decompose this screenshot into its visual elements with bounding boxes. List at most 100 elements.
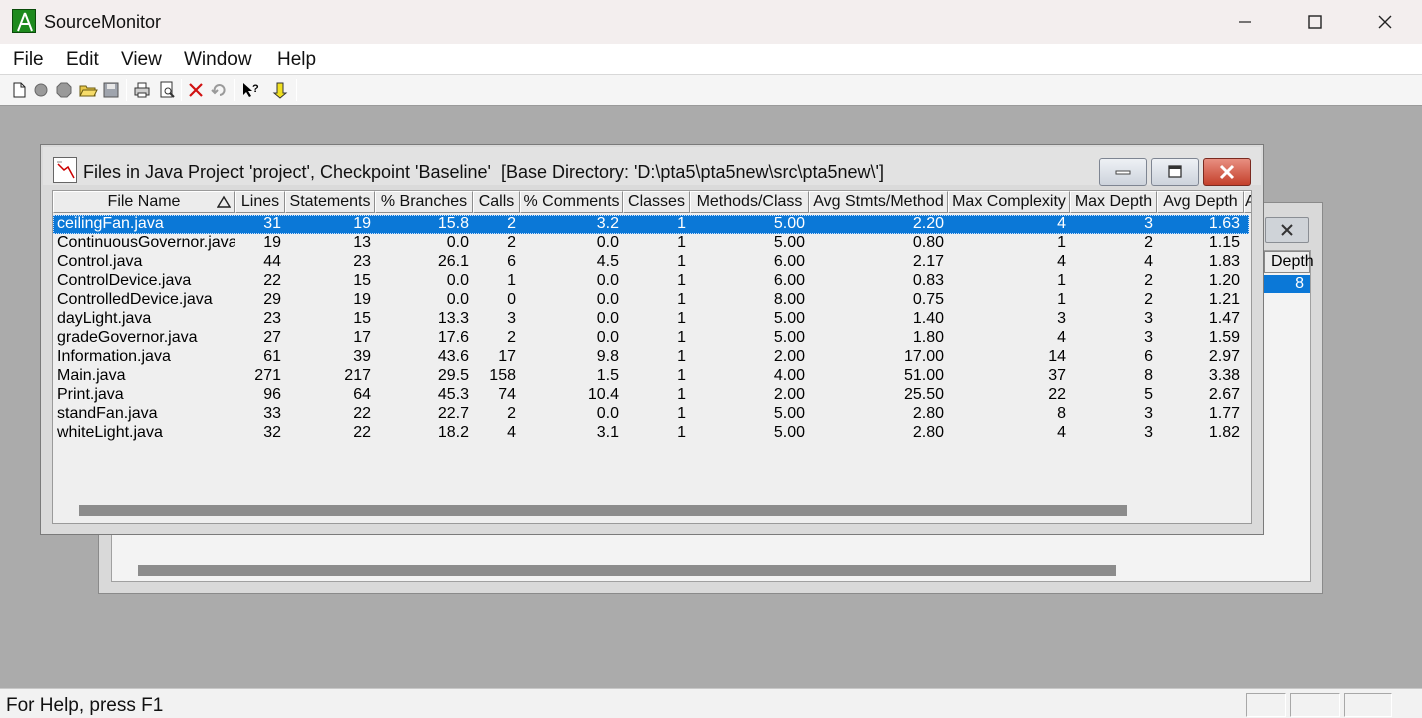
- table-cell: 18.2: [437, 424, 469, 441]
- file-name-cell: ContinuousGovernor.java: [57, 234, 235, 251]
- menu-view[interactable]: View: [121, 49, 162, 71]
- status-pane: [1290, 693, 1340, 717]
- table-row[interactable]: whiteLight.java 32 22 18.2 4 3.1 1 5.00 2.80 4 3 1.…: [53, 424, 1249, 443]
- save-icon[interactable]: [101, 80, 121, 100]
- table-cell: 1.59: [1208, 329, 1240, 346]
- file-name-cell: Control.java: [57, 253, 143, 270]
- minimize-button[interactable]: [1222, 6, 1268, 38]
- menu-window[interactable]: Window: [184, 49, 252, 71]
- table-row[interactable]: ControlDevice.java 22 15 0.0 1 0.0 1 6.00 0.83 1 2…: [53, 272, 1249, 291]
- table-row[interactable]: Print.java 96 64 45.3 74 10.4 1 2.00 25.50 22 5 2.6…: [53, 386, 1249, 405]
- column-header-depth[interactable]: Depth: [1264, 251, 1314, 273]
- table-cell: 23: [353, 253, 371, 270]
- table-row[interactable]: ContinuousGovernor.java 19 13 0.0 2 0.0 1 5.00 0…: [53, 234, 1249, 253]
- column-header-avg-stmts-method[interactable]: Avg Stmts/Method: [809, 191, 948, 213]
- column-header-file-name[interactable]: File Name: [53, 191, 235, 213]
- file-name-cell: standFan.java: [57, 405, 158, 422]
- open-folder-icon[interactable]: [78, 80, 98, 100]
- horizontal-scrollbar-thumb[interactable]: [79, 505, 1127, 516]
- table-row[interactable]: ceilingFan.java 31 19 15.8 2 3.2 1 5.00 2.20 4 3 1.…: [53, 215, 1249, 234]
- table-row[interactable]: standFan.java 33 22 22.7 2 0.0 1 5.00 2.80 8 3 1.77: [53, 405, 1249, 424]
- table-row[interactable]: dayLight.java 23 15 13.3 3 0.0 1 5.00 1.40 3 3 1.47: [53, 310, 1249, 329]
- export-icon[interactable]: [270, 80, 290, 100]
- table-cell: 4: [1057, 215, 1066, 232]
- table-cell: 3.1: [596, 424, 619, 441]
- table-cell: 1: [677, 367, 686, 384]
- table-row[interactable]: gradeGovernor.java 27 17 17.6 2 0.0 1 5.00 1.80 4…: [53, 329, 1249, 348]
- table-cell: 5.00: [773, 234, 805, 251]
- table-cell: 1.82: [1208, 424, 1240, 441]
- table-row[interactable]: Main.java 271 217 29.5 158 1.5 1 4.00 51.00 37 8 3.…: [53, 367, 1249, 386]
- selected-cell[interactable]: 8: [1264, 275, 1310, 293]
- table-cell: 6.00: [773, 272, 805, 289]
- new-file-icon[interactable]: [9, 80, 29, 100]
- table-cell: 2.80: [912, 405, 944, 422]
- status-pane: [1246, 693, 1286, 717]
- table-cell: 4.00: [773, 367, 805, 384]
- table-cell: 2.00: [773, 386, 805, 403]
- table-cell: 3: [1144, 405, 1153, 422]
- column-header-branches[interactable]: % Branches: [375, 191, 473, 213]
- table-cell: 1: [677, 310, 686, 327]
- column-header-max-depth[interactable]: Max Depth: [1070, 191, 1157, 213]
- file-name-cell: ceilingFan.java: [57, 215, 164, 232]
- table-cell: 0.0: [446, 234, 469, 251]
- table-cell: 39: [353, 348, 371, 365]
- menu-edit[interactable]: Edit: [66, 49, 99, 71]
- delete-icon[interactable]: [186, 80, 206, 100]
- table-cell: 2.00: [773, 348, 805, 365]
- child-close-button[interactable]: [1203, 158, 1251, 186]
- table-cell: 15: [353, 272, 371, 289]
- column-header-methods-class[interactable]: Methods/Class: [690, 191, 809, 213]
- print-icon[interactable]: [132, 80, 152, 100]
- table-cell: 1: [677, 405, 686, 422]
- column-header-calls[interactable]: Calls: [473, 191, 520, 213]
- table-cell: 17: [498, 348, 516, 365]
- table-cell: 29.5: [437, 367, 469, 384]
- menu-file[interactable]: File: [13, 49, 44, 71]
- column-header-a[interactable]: A: [1244, 191, 1251, 213]
- status-text: For Help, press F1: [6, 695, 164, 716]
- stop-icon[interactable]: [54, 80, 74, 100]
- files-child-window[interactable]: Files in Java Project 'project', Checkpo…: [40, 144, 1264, 535]
- print-preview-icon[interactable]: [157, 80, 177, 100]
- context-help-icon[interactable]: ?: [240, 80, 260, 100]
- table-cell: 44: [263, 253, 281, 270]
- sourcemonitor-app-icon: [12, 9, 36, 33]
- table-cell: 14: [1048, 348, 1066, 365]
- table-cell: 3: [1057, 310, 1066, 327]
- undo-icon[interactable]: [209, 80, 229, 100]
- file-name-cell: gradeGovernor.java: [57, 329, 198, 346]
- table-cell: 27: [263, 329, 281, 346]
- table-cell: 13: [353, 234, 371, 251]
- table-cell: 4.5: [596, 253, 619, 270]
- table-row[interactable]: Information.java 61 39 43.6 17 9.8 1 2.00 17.00 1…: [53, 348, 1249, 367]
- maximize-button[interactable]: [1292, 6, 1338, 38]
- table-cell: 1.77: [1208, 405, 1240, 422]
- back-window-close-button[interactable]: [1265, 217, 1309, 243]
- table-row[interactable]: ControlledDevice.java 29 19 0.0 0 0.0 1 8.00 0.7…: [53, 291, 1249, 310]
- title-bar: SourceMonitor: [0, 0, 1422, 44]
- table-cell: 2: [1144, 272, 1153, 289]
- column-header-statements[interactable]: Statements: [285, 191, 375, 213]
- column-header-max-complexity[interactable]: Max Complexity: [948, 191, 1070, 213]
- table-row[interactable]: Control.java 44 23 26.1 6 4.5 1 6.00 2.17 4 4 1.83: [53, 253, 1249, 272]
- table-cell: 2: [1144, 234, 1153, 251]
- table-cell: 3.38: [1208, 367, 1240, 384]
- table-cell: 1: [1057, 272, 1066, 289]
- open-checkpoint-icon[interactable]: [31, 80, 51, 100]
- child-minimize-button[interactable]: [1099, 158, 1147, 186]
- column-header-comments[interactable]: % Comments: [520, 191, 623, 213]
- table-cell: 1.40: [912, 310, 944, 327]
- horizontal-scrollbar-thumb[interactable]: [138, 565, 1116, 576]
- column-header-classes[interactable]: Classes: [623, 191, 690, 213]
- column-header-avg-depth[interactable]: Avg Depth: [1157, 191, 1244, 213]
- child-restore-button[interactable]: [1151, 158, 1199, 186]
- table-cell: 1.5: [596, 367, 619, 384]
- table-cell: 2.97: [1208, 348, 1240, 365]
- close-icon: [1281, 224, 1293, 236]
- column-header-lines[interactable]: Lines: [235, 191, 285, 213]
- menu-help[interactable]: Help: [277, 49, 316, 71]
- close-button[interactable]: [1362, 6, 1408, 38]
- document-chart-icon: [53, 157, 77, 183]
